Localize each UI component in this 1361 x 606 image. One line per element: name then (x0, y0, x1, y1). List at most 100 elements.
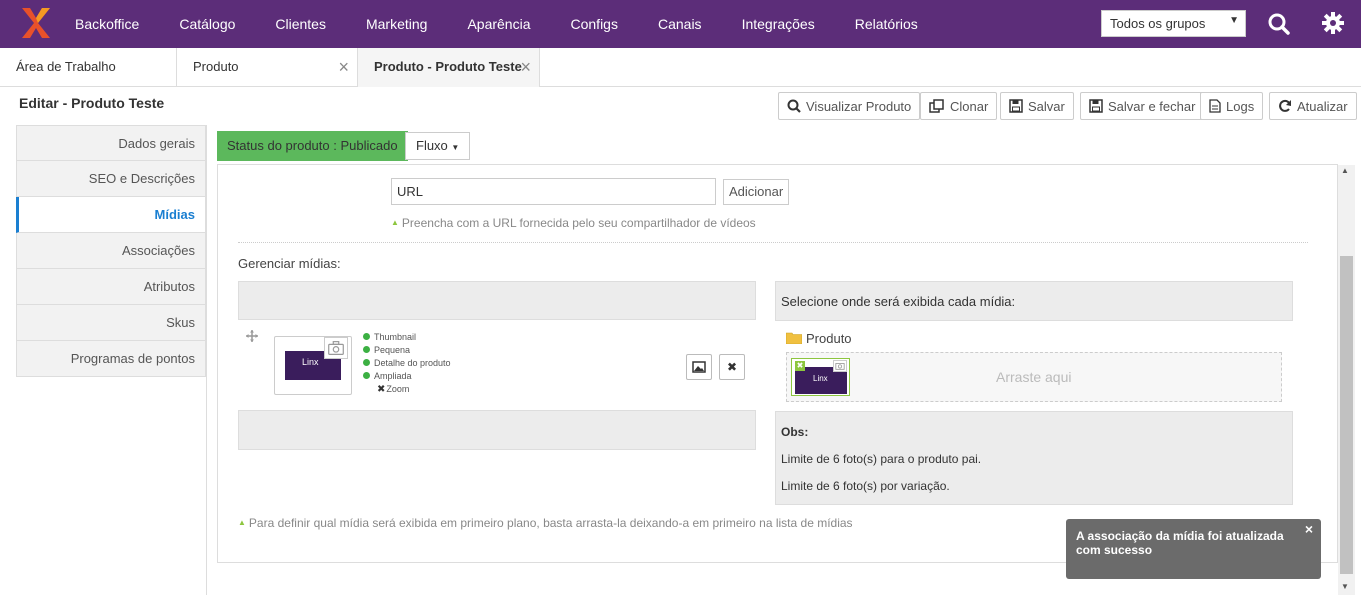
flow-dropdown-button[interactable]: Fluxo ▼ (405, 132, 471, 160)
clone-button[interactable]: Clonar (920, 92, 998, 120)
drop-zone-text: Arraste aqui (996, 369, 1072, 385)
nav-item-backoffice[interactable]: Backoffice (55, 0, 159, 48)
toast-message: A associação da mídia foi atualizada com… (1076, 529, 1284, 557)
sidebar-item-skus[interactable]: Skus (16, 305, 206, 341)
nav-item-integracoes[interactable]: Integrações (722, 0, 835, 48)
top-navbar: Backoffice Catálogo Clientes Marketing A… (0, 0, 1361, 48)
tab-label: Produto - Produto Teste (374, 59, 522, 74)
tag-zoom: ✖Zoom (363, 383, 451, 396)
button-label: Salvar (1028, 98, 1065, 114)
image-icon (692, 361, 706, 373)
floppy-disk-icon (1009, 99, 1023, 113)
button-label: Atualizar (1297, 98, 1348, 114)
video-url-input[interactable] (391, 178, 716, 205)
sidebar-menu: Dados gerais SEO e Descrições Mídias Ass… (16, 125, 206, 377)
tag-ampliada: Ampliada (363, 370, 451, 383)
divider (238, 242, 1308, 243)
gear-icon[interactable] (1321, 11, 1345, 35)
assigned-media-thumbnail[interactable]: Linx ✖ (791, 358, 850, 396)
tag-label: Zoom (386, 384, 410, 394)
caret-down-icon: ▼ (451, 143, 460, 152)
close-icon[interactable]: × (520, 48, 531, 86)
move-handle-icon[interactable] (246, 330, 258, 342)
tag-pequena: Pequena (363, 344, 451, 357)
triangle-up-icon: ▲ (391, 218, 399, 227)
linx-logo-icon[interactable] (20, 6, 52, 40)
nav-item-catalogo[interactable]: Catálogo (159, 0, 255, 48)
edit-image-button[interactable] (686, 354, 712, 380)
caret-down-icon: ▼ (1229, 15, 1239, 26)
sidebar-item-programas-de-pontos[interactable]: Programas de pontos (16, 341, 206, 377)
button-label: Clonar (950, 98, 989, 114)
button-label: Salvar e fechar (1108, 98, 1196, 114)
sidebar-item-midias[interactable]: Mídias (16, 197, 206, 233)
page-title: Editar - Produto Teste (19, 95, 165, 111)
hint-text: Para definir qual mídia será exibida em … (248, 516, 853, 530)
tab-area-de-trabalho[interactable]: Área de Trabalho (0, 48, 177, 87)
folder-icon (786, 332, 802, 344)
tag-label: Detalhe do produto (374, 358, 451, 368)
scrollbar-thumb[interactable] (1340, 256, 1353, 574)
url-hint: ▲ Preencha com a URL fornecida pelo seu c… (391, 216, 756, 230)
document-icon (1209, 99, 1221, 113)
hint-text: Preencha com a URL fornecida pelo seu co… (401, 216, 756, 230)
document-tabs: Área de Trabalho Produto × Produto - Pro… (0, 48, 1361, 87)
obs-line: Limite de 6 foto(s) para o produto pai. (781, 452, 982, 466)
obs-label: Obs: (781, 425, 809, 439)
triangle-up-icon: ▲ (238, 518, 246, 527)
search-icon (787, 99, 801, 113)
nav-item-clientes[interactable]: Clientes (255, 0, 346, 48)
sidebar-item-dados-gerais[interactable]: Dados gerais (16, 125, 206, 161)
button-label: Visualizar Produto (806, 98, 912, 114)
nav-item-marketing[interactable]: Marketing (346, 0, 447, 48)
tag-label: Pequena (374, 345, 411, 355)
order-hint: ▲ Para definir qual mídia será exibida em… (238, 516, 853, 530)
close-icon[interactable]: × (1305, 522, 1313, 536)
status-dot-icon (363, 372, 370, 379)
nav-item-canais[interactable]: Canais (638, 0, 722, 48)
add-button[interactable]: Adicionar (723, 179, 790, 205)
tab-label: Produto (193, 59, 239, 74)
divider (206, 125, 207, 595)
group-select[interactable]: Todos os grupos ▼ (1101, 10, 1246, 37)
tab-produto-teste[interactable]: Produto - Produto Teste × (358, 48, 540, 87)
group-select-value: Todos os grupos (1110, 16, 1206, 31)
nav-item-aparencia[interactable]: Aparência (447, 0, 550, 48)
status-dot-icon (363, 333, 370, 340)
delete-media-button[interactable]: ✖ (719, 354, 745, 380)
status-dot-icon (363, 346, 370, 353)
nav-item-configs[interactable]: Configs (551, 0, 638, 48)
remove-media-icon[interactable]: ✖ (795, 361, 805, 371)
display-location-title: Selecione onde será exibida cada mídia: (781, 294, 1016, 309)
nav-item-relatorios[interactable]: Relatórios (835, 0, 938, 48)
tab-label: Área de Trabalho (16, 59, 116, 74)
floppy-disk-icon (1089, 99, 1103, 113)
sidebar-item-atributos[interactable]: Atributos (16, 269, 206, 305)
save-and-close-button[interactable]: Salvar e fechar (1080, 92, 1205, 120)
scroll-down-arrow-icon[interactable]: ▼ (1341, 582, 1349, 591)
thumbnail-logo-text: Linx (813, 374, 828, 383)
camera-icon (833, 360, 847, 372)
manage-media-label: Gerenciar mídias: (238, 256, 341, 271)
sidebar-item-associacoes[interactable]: Associações (16, 233, 206, 269)
view-product-button[interactable]: Visualizar Produto (778, 92, 921, 120)
tab-produto[interactable]: Produto × (177, 48, 358, 87)
logs-button[interactable]: Logs (1200, 92, 1264, 120)
tag-thumbnail: Thumbnail (363, 331, 451, 344)
button-label: Logs (1226, 98, 1255, 114)
folder-label: Produto (806, 331, 852, 346)
refresh-button[interactable]: Atualizar (1269, 92, 1357, 120)
scroll-up-arrow-icon[interactable]: ▲ (1341, 166, 1349, 175)
tag-label: Ampliada (374, 371, 412, 381)
save-button[interactable]: Salvar (1000, 92, 1074, 120)
search-icon[interactable] (1267, 12, 1291, 36)
tag-detalhe: Detalhe do produto (363, 357, 451, 370)
camera-icon[interactable] (324, 337, 348, 359)
tag-label: Thumbnail (374, 332, 417, 342)
sidebar-item-seo[interactable]: SEO e Descrições (16, 161, 206, 197)
x-icon: ✖ (377, 384, 386, 395)
close-icon[interactable]: × (338, 48, 349, 86)
obs-line: Limite de 6 foto(s) por variação. (781, 479, 950, 493)
main-menu: Backoffice Catálogo Clientes Marketing A… (55, 0, 938, 48)
status-badge: Status do produto : Publicado (217, 131, 408, 161)
